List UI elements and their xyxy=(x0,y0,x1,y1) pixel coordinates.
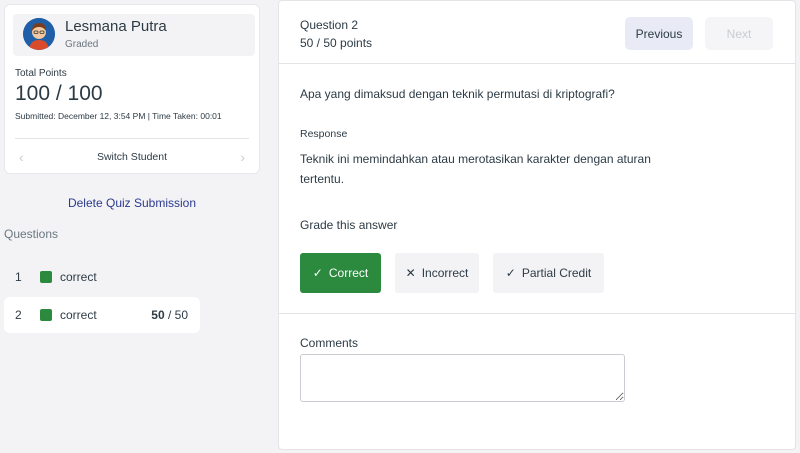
check-icon: ✓ xyxy=(312,266,323,280)
correct-status-icon xyxy=(40,271,52,283)
question-status: correct xyxy=(60,270,97,284)
question-score-total: / 50 xyxy=(164,308,188,322)
question-title: Question 2 xyxy=(300,18,359,32)
previous-button[interactable]: Previous xyxy=(625,17,693,50)
x-icon: ✕ xyxy=(405,266,416,280)
check-icon: ✓ xyxy=(505,266,516,280)
chevron-right-icon[interactable]: › xyxy=(240,147,245,167)
student-header: Lesmana Putra Graded xyxy=(13,14,255,56)
total-points-value: 100 / 100 xyxy=(15,82,103,105)
question-score: 50 / 50 xyxy=(151,308,188,322)
question-points: 50 / 50 points xyxy=(300,36,373,50)
next-button[interactable]: Next xyxy=(705,17,773,50)
grade-incorrect-button[interactable]: ✕ Incorrect xyxy=(395,253,479,293)
comments-textarea[interactable] xyxy=(300,354,625,402)
question-number: 2 xyxy=(15,308,22,322)
question-score-earned: 50 xyxy=(151,308,165,322)
question-list-item[interactable]: 1 correct xyxy=(4,259,200,295)
switch-student-row: ‹ Switch Student › xyxy=(15,147,249,167)
grade-correct-button[interactable]: ✓ Correct xyxy=(300,253,381,293)
grade-answer-label: Grade this answer xyxy=(300,218,398,232)
question-status: correct xyxy=(60,308,97,322)
divider xyxy=(279,63,795,64)
student-card: Lesmana Putra Graded Total Points 100 / … xyxy=(4,4,260,174)
grade-partial-label: Partial Credit xyxy=(521,266,592,280)
divider xyxy=(279,313,795,314)
divider xyxy=(15,138,249,139)
response-text: Teknik ini memindahkan atau merotasikan … xyxy=(300,152,651,186)
comments-label: Comments xyxy=(300,336,359,350)
question-number: 1 xyxy=(15,270,22,284)
grade-incorrect-label: Incorrect xyxy=(421,266,469,280)
questions-heading: Questions xyxy=(4,227,59,241)
student-status: Graded xyxy=(65,39,99,50)
student-name: Lesmana Putra xyxy=(65,18,167,35)
correct-status-icon xyxy=(40,309,52,321)
total-points-label: Total Points xyxy=(15,68,67,79)
question-text: Apa yang dimaksud dengan teknik permutas… xyxy=(300,87,615,101)
user-avatar-icon xyxy=(23,18,55,50)
question-list-item-active[interactable]: 2 correct 50 / 50 xyxy=(4,297,200,333)
grade-correct-label: Correct xyxy=(328,266,369,280)
delete-quiz-submission-link[interactable]: Delete Quiz Submission xyxy=(0,196,264,210)
submission-info: Submitted: December 12, 3:54 PM | Time T… xyxy=(15,111,222,121)
switch-student-label: Switch Student xyxy=(96,151,168,163)
grade-partial-credit-button[interactable]: ✓ Partial Credit xyxy=(493,253,604,293)
response-label: Response xyxy=(300,128,348,140)
grading-panel: Question 2 50 / 50 points Previous Next … xyxy=(278,0,796,450)
